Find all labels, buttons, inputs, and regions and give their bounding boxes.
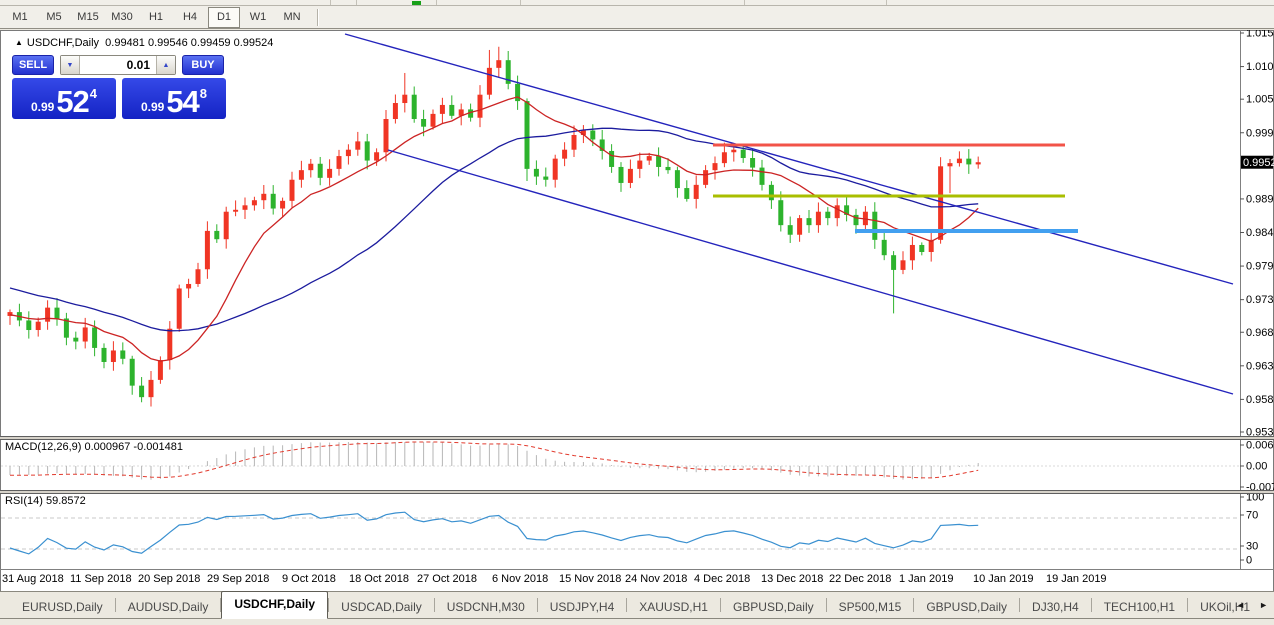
timeframe-button-mn[interactable]: MN — [276, 7, 308, 28]
one-click-trading-panel: SELL ▼ ▲ BUY 0.99 52 4 0.99 54 8 — [12, 55, 231, 119]
toolbar-separator — [436, 0, 437, 5]
svg-text:0.98425: 0.98425 — [1246, 227, 1274, 239]
volume-decrease-icon[interactable]: ▼ — [61, 56, 80, 74]
svg-text:20 Sep 2018: 20 Sep 2018 — [138, 573, 200, 585]
tab-audusd-daily[interactable]: AUDUSD,Daily — [116, 596, 221, 618]
symbol-tabs: EURUSD,DailyAUDUSD,DailyUSDCHF,DailyUSDC… — [0, 592, 1274, 619]
sell-price-box[interactable]: 0.99 52 4 — [12, 78, 116, 119]
svg-text:9 Oct 2018: 9 Oct 2018 — [282, 573, 336, 585]
buy-price-prefix: 0.99 — [141, 100, 164, 114]
timeframe-button-d1[interactable]: D1 — [208, 7, 240, 28]
tab-gbpusd-daily[interactable]: GBPUSD,Daily — [721, 596, 826, 618]
tab-dj30-h4[interactable]: DJ30,H4 — [1020, 596, 1091, 618]
toolbar-separator — [520, 0, 521, 5]
timeframe-button-m1[interactable]: M1 — [4, 7, 36, 28]
svg-text:22 Dec 2018: 22 Dec 2018 — [829, 573, 891, 585]
sell-button[interactable]: SELL — [12, 55, 54, 75]
volume-input[interactable] — [80, 56, 156, 74]
toolbar-separator — [744, 0, 745, 5]
volume-increase-icon[interactable]: ▲ — [156, 56, 175, 74]
toolbar-separator — [330, 0, 331, 5]
timeframe-button-h4[interactable]: H4 — [174, 7, 206, 28]
timeframe-button-w1[interactable]: W1 — [242, 7, 274, 28]
collapse-triangle-icon[interactable]: ▲ — [15, 38, 23, 47]
svg-text:70: 70 — [1246, 510, 1258, 522]
tab-usdcnh-m30[interactable]: USDCNH,M30 — [435, 596, 537, 618]
tab-xauusd-h1[interactable]: XAUUSD,H1 — [627, 596, 720, 618]
svg-text:29 Sep 2018: 29 Sep 2018 — [207, 573, 269, 585]
tab-sp500-m15[interactable]: SP500,M15 — [827, 596, 914, 618]
buy-price-pip: 8 — [200, 86, 207, 101]
sell-price-pip: 4 — [90, 86, 97, 101]
tab-scroll-left-icon[interactable]: ◄ — [1236, 600, 1245, 610]
svg-text:1.01020: 1.01020 — [1246, 61, 1274, 73]
svg-text:27 Oct 2018: 27 Oct 2018 — [417, 573, 477, 585]
svg-text:0.98950: 0.98950 — [1246, 193, 1274, 205]
sell-price-prefix: 0.99 — [31, 100, 54, 114]
svg-text:24 Nov 2018: 24 Nov 2018 — [625, 573, 687, 585]
tab-gbpusd-daily[interactable]: GBPUSD,Daily — [914, 596, 1019, 618]
svg-text:15 Nov 2018: 15 Nov 2018 — [559, 573, 621, 585]
svg-text:0.97900: 0.97900 — [1246, 261, 1274, 273]
svg-text:0.99524: 0.99524 — [1243, 157, 1274, 169]
svg-text:1.01545: 1.01545 — [1246, 30, 1274, 40]
svg-text:30: 30 — [1246, 541, 1258, 553]
chart-title-text: USDCHF,Daily 0.99481 0.99546 0.99459 0.9… — [27, 37, 273, 49]
svg-text:31 Aug 2018: 31 Aug 2018 — [2, 573, 64, 585]
svg-text:19 Jan 2019: 19 Jan 2019 — [1046, 573, 1107, 585]
chart-window: 1.01545 1.01020 1.00510 0.99985 0.98950 0.984… — [0, 30, 1274, 591]
tab-usdjpy-h4[interactable]: USDJPY,H4 — [538, 596, 626, 618]
svg-text:1.00510: 1.00510 — [1246, 94, 1274, 106]
svg-text:0.00: 0.00 — [1246, 461, 1267, 473]
toolbar-separator — [317, 9, 318, 26]
svg-text:0.96865: 0.96865 — [1246, 327, 1274, 339]
toolbar-separator — [886, 0, 887, 5]
symbol-tab-bar: EURUSD,DailyAUDUSD,DailyUSDCHF,DailyUSDC… — [0, 591, 1274, 625]
svg-text:6 Nov 2018: 6 Nov 2018 — [492, 573, 548, 585]
tab-scroll-right-icon[interactable]: ► — [1259, 600, 1268, 610]
sell-price-main: 52 — [56, 89, 88, 114]
tab-usdchf-daily[interactable]: USDCHF,Daily — [221, 591, 328, 619]
timeframe-button-m5[interactable]: M5 — [38, 7, 70, 28]
svg-text:0.95815: 0.95815 — [1246, 394, 1274, 406]
toolbar-separator — [356, 0, 357, 5]
rsi-indicator-label: RSI(14) 59.8572 — [5, 495, 86, 507]
svg-text:0.97375: 0.97375 — [1246, 294, 1274, 306]
volume-stepper: ▼ ▲ — [60, 55, 176, 75]
svg-text:1 Jan 2019: 1 Jan 2019 — [899, 573, 953, 585]
timeframe-button-m15[interactable]: M15 — [72, 7, 104, 28]
svg-text:13 Dec 2018: 13 Dec 2018 — [761, 573, 823, 585]
svg-text:10 Jan 2019: 10 Jan 2019 — [973, 573, 1034, 585]
macd-indicator-label: MACD(12,26,9) 0.000967 -0.001481 — [5, 441, 183, 453]
svg-text:0: 0 — [1246, 555, 1252, 567]
buy-button[interactable]: BUY — [182, 55, 224, 75]
svg-text:0.96340: 0.96340 — [1246, 360, 1274, 372]
svg-text:11 Sep 2018: 11 Sep 2018 — [70, 573, 132, 585]
tab-tech100-h1[interactable]: TECH100,H1 — [1092, 596, 1187, 618]
current-price-tag: 0.99524 — [1241, 156, 1274, 170]
tab-eurusd-daily[interactable]: EURUSD,Daily — [10, 596, 115, 618]
buy-price-box[interactable]: 0.99 54 8 — [122, 78, 226, 119]
svg-text:4 Dec 2018: 4 Dec 2018 — [694, 573, 750, 585]
chart-title: ▲ USDCHF,Daily 0.99481 0.99546 0.99459 0.… — [15, 37, 273, 49]
tab-usdcad-daily[interactable]: USDCAD,Daily — [329, 596, 434, 618]
timeframe-button-h1[interactable]: H1 — [140, 7, 172, 28]
buy-price-main: 54 — [166, 89, 198, 114]
svg-text:0.006137: 0.006137 — [1246, 440, 1274, 452]
svg-text:0.99985: 0.99985 — [1246, 127, 1274, 139]
svg-text:18 Oct 2018: 18 Oct 2018 — [349, 573, 409, 585]
timeframe-toolbar: M1M5M15M30H1H4D1W1MN — [0, 6, 1274, 29]
timeframe-button-m30[interactable]: M30 — [106, 7, 138, 28]
toolbar-partial-icon — [412, 1, 421, 5]
